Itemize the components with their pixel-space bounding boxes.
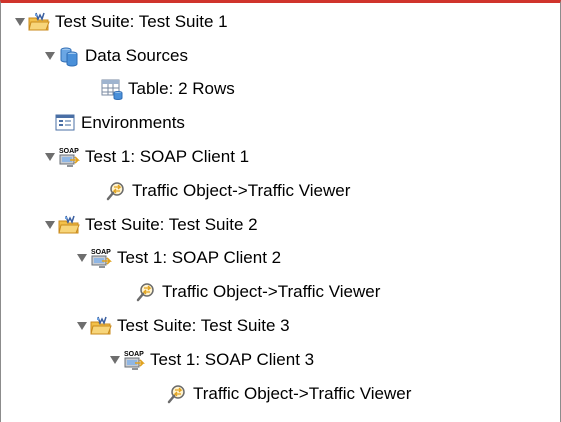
svg-text:SOAP: SOAP	[124, 351, 144, 358]
soap-client-icon: SOAP	[123, 349, 145, 371]
expand-arrow-icon[interactable]	[44, 50, 56, 62]
data-sources-icon	[58, 45, 80, 67]
traffic-viewer-icon	[105, 180, 127, 202]
tree-node-label: Test 1: SOAP Client 2	[117, 248, 282, 268]
tree-node-traffic-viewer-1[interactable]: Traffic Object->Traffic Viewer	[1, 174, 560, 208]
tree-node-label: Test Suite: Test Suite 2	[85, 214, 258, 234]
svg-text:SOAP: SOAP	[91, 249, 111, 256]
expand-arrow-icon[interactable]	[14, 16, 26, 28]
traffic-viewer-icon	[135, 281, 157, 303]
tree-node-traffic-viewer-3[interactable]: Traffic Object->Traffic Viewer	[1, 377, 560, 411]
expand-arrow-icon[interactable]	[44, 151, 56, 163]
test-tree: Test Suite: Test Suite 1 Data Sources Ta…	[1, 5, 560, 411]
tree-node-table[interactable]: Table: 2 Rows	[1, 73, 560, 107]
soap-client-icon: SOAP	[58, 146, 80, 168]
test-suite-icon	[58, 214, 80, 236]
tree-node-label: Traffic Object->Traffic Viewer	[132, 180, 351, 200]
test-suite-icon	[28, 11, 50, 33]
tree-node-label: Test Suite: Test Suite 3	[117, 316, 290, 336]
traffic-viewer-icon	[166, 383, 188, 405]
tree-node-label: Traffic Object->Traffic Viewer	[193, 383, 412, 403]
tree-node-label: Test 1: SOAP Client 3	[150, 349, 315, 369]
tree-node-label: Test Suite: Test Suite 1	[55, 11, 228, 31]
tree-node-traffic-viewer-2[interactable]: Traffic Object->Traffic Viewer	[1, 275, 560, 309]
tree-node-label: Test 1: SOAP Client 1	[85, 147, 250, 167]
tree-node-label: Traffic Object->Traffic Viewer	[162, 282, 381, 302]
expand-arrow-icon[interactable]	[109, 354, 121, 366]
environments-icon	[54, 112, 76, 134]
tree-node-soap-client-1[interactable]: SOAP Test 1: SOAP Client 1	[1, 140, 560, 174]
tree-node-environments[interactable]: Environments	[1, 106, 560, 140]
soap-client-icon: SOAP	[90, 247, 112, 269]
tree-node-label: Table: 2 Rows	[128, 79, 235, 99]
tree-node-test-suite-1[interactable]: Test Suite: Test Suite 1	[1, 5, 560, 39]
table-icon	[101, 78, 123, 101]
expand-arrow-icon[interactable]	[76, 252, 88, 264]
tree-node-test-suite-3[interactable]: Test Suite: Test Suite 3	[1, 309, 560, 343]
expand-arrow-icon[interactable]	[44, 219, 56, 231]
expand-arrow-icon[interactable]	[76, 320, 88, 332]
test-tree-panel: Test Suite: Test Suite 1 Data Sources Ta…	[0, 0, 561, 422]
test-suite-icon	[90, 315, 112, 337]
tree-node-label: Environments	[81, 113, 185, 133]
svg-text:SOAP: SOAP	[59, 148, 79, 155]
tree-node-data-sources[interactable]: Data Sources	[1, 39, 560, 73]
tree-node-label: Data Sources	[85, 45, 188, 65]
tree-node-soap-client-3[interactable]: SOAP Test 1: SOAP Client 3	[1, 343, 560, 377]
tree-node-test-suite-2[interactable]: Test Suite: Test Suite 2	[1, 208, 560, 242]
tree-node-soap-client-2[interactable]: SOAP Test 1: SOAP Client 2	[1, 242, 560, 276]
